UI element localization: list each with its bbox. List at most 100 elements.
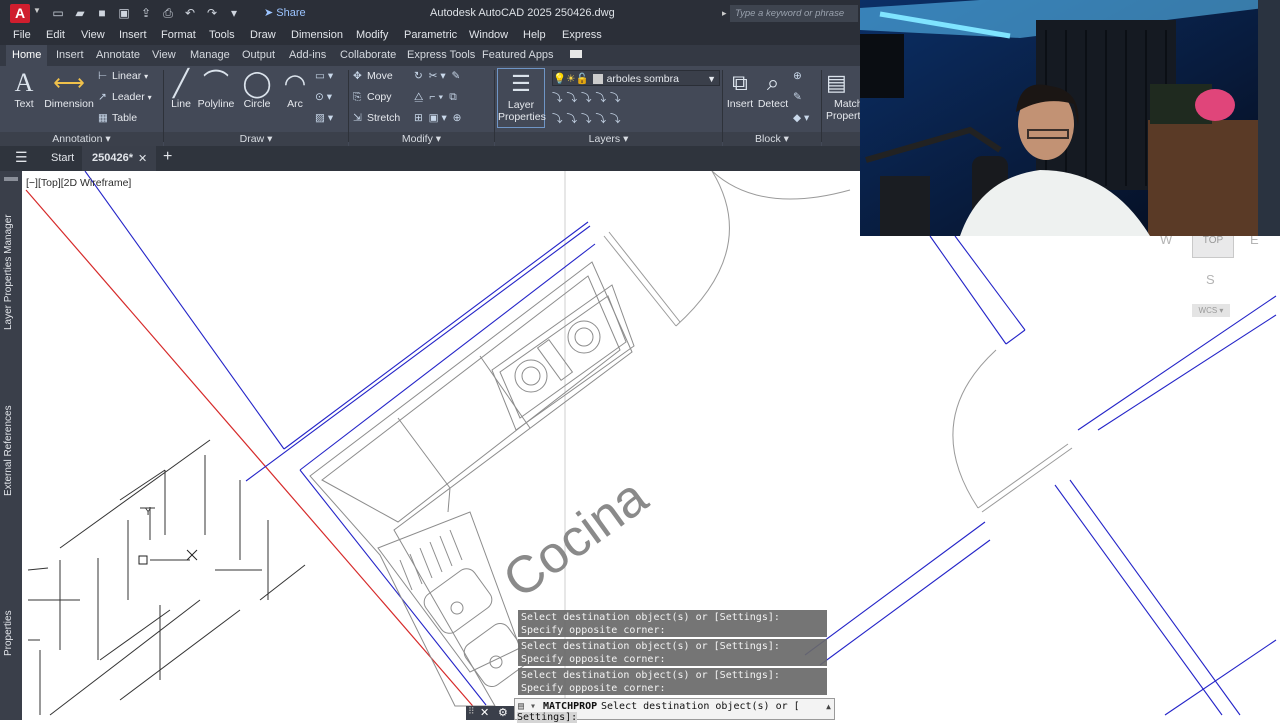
text-button[interactable]: A Text: [9, 68, 39, 110]
menu-help[interactable]: Help: [523, 29, 546, 41]
close-command-line-icon[interactable]: ✕: [480, 706, 489, 719]
tab-start[interactable]: Start: [51, 152, 74, 164]
menu-draw[interactable]: Draw: [250, 29, 276, 41]
layer-tools-row-1-icon[interactable]: ⤵⤵⤵⤵⤵: [552, 90, 625, 105]
tab-annotate[interactable]: Annotate: [96, 49, 140, 61]
menu-insert[interactable]: Insert: [119, 29, 147, 41]
menu-modify[interactable]: Modify: [356, 29, 388, 41]
edit-block-icon[interactable]: ✎: [793, 91, 802, 103]
tab-featured-apps[interactable]: Featured Apps: [482, 49, 554, 61]
plot-icon[interactable]: ⎙: [160, 5, 176, 21]
tab-add-ins[interactable]: Add-ins: [289, 49, 326, 61]
tab-insert[interactable]: Insert: [56, 49, 84, 61]
detect-button[interactable]: ⌕ Detect: [757, 68, 789, 110]
burner-icon: [521, 366, 541, 386]
leader-button[interactable]: ↗ Leader ▾: [98, 91, 152, 103]
redo-icon[interactable]: ↷: [204, 5, 220, 21]
attribute-icon[interactable]: ◆ ▾: [793, 112, 809, 124]
menu-view[interactable]: View: [81, 29, 105, 41]
tab-home[interactable]: Home: [6, 45, 48, 66]
tab-view[interactable]: View: [152, 49, 176, 61]
open-folder-icon[interactable]: ▰: [72, 5, 88, 21]
stretch-button[interactable]: ⇲ Stretch: [353, 112, 400, 124]
polyline-button[interactable]: ⌒ Polyline: [197, 68, 235, 110]
wall-line: [283, 221, 589, 450]
undo-icon[interactable]: ↶: [182, 5, 198, 21]
palette-external-references[interactable]: External References: [3, 403, 19, 499]
command-input[interactable]: ▤ ▾ MATCHPROP Select destination object(…: [514, 698, 835, 723]
match-properties-button[interactable]: ▤ Match Propert: [826, 68, 863, 122]
wall-line: [1097, 314, 1277, 431]
tab-express-tools[interactable]: Express Tools: [407, 49, 475, 61]
drawing-canvas[interactable]: Y Cocina: [22, 170, 1280, 720]
viewport-controls-label[interactable]: [−][Top][2D Wireframe]: [26, 177, 131, 189]
save-as-icon[interactable]: ▣: [116, 5, 132, 21]
linear-dimension-button[interactable]: ⊢ Linear ▾: [98, 70, 148, 82]
door-leaf: [981, 447, 1073, 513]
scale-icon[interactable]: ⊞ ▣ ▾ ⊕: [414, 112, 461, 124]
ribbon-toggle-icon[interactable]: [570, 50, 582, 58]
modify-panel-title[interactable]: Modify ▾: [349, 132, 494, 146]
menu-format[interactable]: Format: [161, 29, 196, 41]
move-button[interactable]: ✥ Move: [353, 70, 393, 82]
command-prompt-icon: ▤ ▾: [518, 701, 537, 712]
close-tab-icon[interactable]: ✕: [138, 152, 147, 165]
tab-drawing-file[interactable]: 250426*: [92, 152, 133, 164]
palette-properties[interactable]: Properties: [3, 607, 19, 659]
insert-block-button[interactable]: ⧉ Insert: [726, 68, 754, 110]
copy-button[interactable]: ⎘ Copy: [353, 91, 392, 104]
menu-dimension[interactable]: Dimension: [291, 29, 343, 41]
scroll-up-icon[interactable]: ▲: [826, 702, 831, 711]
hamburger-menu-icon[interactable]: ☰: [15, 149, 28, 166]
cursor-y-axis-label: Y: [144, 507, 152, 518]
tab-output[interactable]: Output: [242, 49, 275, 61]
app-menu-chevron-icon[interactable]: ▼: [33, 6, 41, 15]
create-block-icon[interactable]: ⊕: [793, 70, 802, 82]
customize-qat-chevron-icon[interactable]: ▾: [226, 5, 242, 21]
mirror-icon[interactable]: ⧋ ⌐ ▾ ⧉: [414, 91, 457, 104]
arc-button[interactable]: ◠ Arc: [280, 68, 310, 110]
annotation-panel-title[interactable]: Annotation ▾: [0, 132, 163, 146]
webcam-overlay: [860, 0, 1280, 236]
table-button[interactable]: ▦ Table: [98, 112, 137, 124]
layer-tools-row-2-icon[interactable]: ⤵⤵⤵⤵⤵: [552, 111, 625, 126]
menu-tools[interactable]: Tools: [209, 29, 235, 41]
menu-edit[interactable]: Edit: [46, 29, 65, 41]
draw-panel-title[interactable]: Draw ▾: [164, 132, 348, 146]
menu-file[interactable]: File: [13, 29, 31, 41]
ellipse-icon[interactable]: ⊙ ▾: [315, 91, 332, 103]
counter-divider: [447, 487, 451, 513]
layer-properties-button[interactable]: ☰ Layer Properties: [497, 68, 546, 128]
search-expand-icon[interactable]: ▸: [722, 8, 727, 19]
menu-window[interactable]: Window: [469, 29, 508, 41]
tab-collaborate[interactable]: Collaborate: [340, 49, 396, 61]
dimension-button[interactable]: ⟷ Dimension: [44, 68, 94, 110]
new-file-icon[interactable]: ▭: [50, 5, 66, 21]
autocad-logo-icon[interactable]: A: [10, 4, 30, 23]
save-icon[interactable]: ■: [94, 5, 110, 21]
share-button[interactable]: ➤ Share: [264, 6, 306, 19]
grip-icon[interactable]: ⠿: [468, 706, 475, 717]
menu-parametric[interactable]: Parametric: [404, 29, 457, 41]
drawing-svg[interactable]: Y Cocina: [22, 170, 1280, 720]
layers-panel-title[interactable]: Layers ▾: [495, 132, 722, 146]
command-prompt-option[interactable]: Settings]:: [517, 712, 578, 723]
new-tab-plus-icon[interactable]: +: [163, 148, 172, 166]
block-panel-title[interactable]: Block ▾: [723, 132, 821, 146]
menu-express[interactable]: Express: [562, 29, 602, 41]
palette-grip-icon[interactable]: [4, 177, 18, 181]
viewcube-south-label[interactable]: S: [1206, 272, 1215, 287]
line-button[interactable]: ╱ Line: [166, 68, 196, 110]
search-input[interactable]: Type a keyword or phrase: [730, 5, 858, 22]
upload-icon[interactable]: ⇪: [138, 5, 154, 21]
layer-dropdown[interactable]: 💡☀🔓 arboles sombra ▼: [552, 70, 720, 86]
tab-manage[interactable]: Manage: [190, 49, 230, 61]
rotate-icon[interactable]: ↻ ✂ ▾ ✎: [414, 70, 460, 82]
hatch-icon[interactable]: ▨ ▾: [315, 112, 333, 124]
customize-wrench-icon[interactable]: ⚙: [498, 706, 508, 719]
wcs-dropdown[interactable]: WCS ▾: [1192, 304, 1230, 317]
circle-button[interactable]: ◯ Circle: [240, 68, 274, 110]
door-swing-arc: [952, 349, 997, 509]
rectangle-icon[interactable]: ▭ ▾: [315, 70, 333, 82]
palette-layer-properties-manager[interactable]: Layer Properties Manager: [3, 207, 19, 337]
